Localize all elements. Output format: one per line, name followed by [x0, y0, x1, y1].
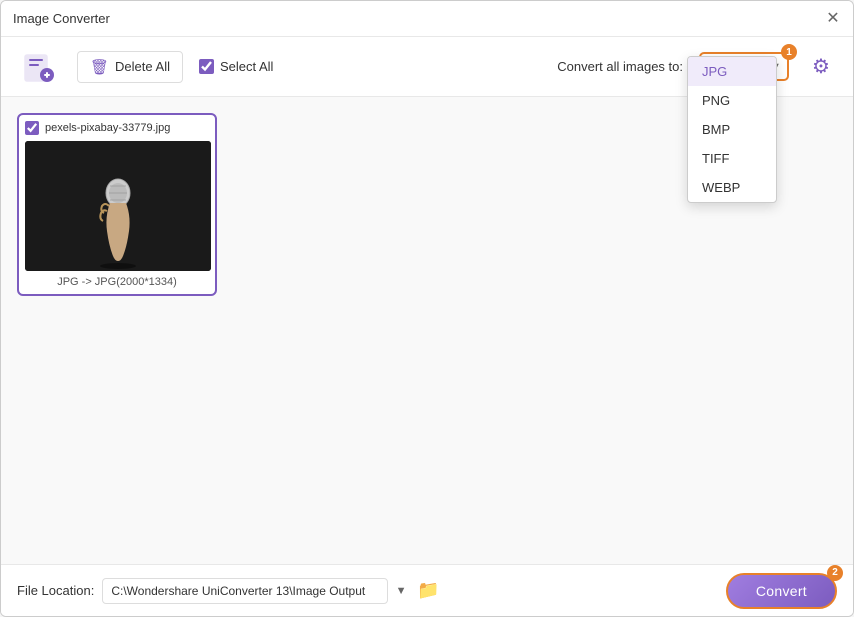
file-location-label: File Location:	[17, 583, 94, 598]
delete-all-button[interactable]: 🗑 Delete All	[77, 51, 183, 83]
select-all-text: Select All	[220, 59, 273, 74]
folder-icon: 📁	[417, 580, 439, 601]
select-all-checkbox[interactable]	[199, 59, 214, 74]
footer: File Location: ▼ 📁 Convert 2	[1, 564, 853, 616]
format-option-webp[interactable]: WEBP	[688, 173, 776, 202]
window-title: Image Converter	[13, 11, 110, 26]
browse-folder-button[interactable]: 📁	[415, 577, 443, 605]
image-preview	[25, 141, 211, 271]
file-location-input[interactable]	[102, 578, 387, 604]
format-option-png[interactable]: PNG	[688, 86, 776, 115]
convert-btn-wrapper: Convert 2	[726, 573, 837, 609]
image-card-header: pexels-pixabay-33779.jpg	[25, 121, 209, 135]
image-filename: pexels-pixabay-33779.jpg	[45, 122, 170, 134]
delete-all-label: Delete All	[115, 59, 170, 74]
format-option-tiff[interactable]: TIFF	[688, 144, 776, 173]
settings-icon: ⚙	[812, 54, 830, 79]
add-image-button[interactable]	[17, 45, 61, 89]
image-info: JPG -> JPG(2000*1334)	[25, 276, 209, 288]
convert-badge: 2	[827, 565, 843, 581]
convert-button[interactable]: Convert	[726, 573, 837, 609]
format-dropdown-overlay: JPG PNG BMP TIFF WEBP	[687, 56, 777, 203]
format-badge: 1	[781, 44, 797, 60]
settings-button[interactable]: ⚙	[805, 51, 837, 83]
select-all-label[interactable]: Select All	[199, 59, 273, 74]
image-checkbox[interactable]	[25, 121, 39, 135]
close-button[interactable]: ✕	[825, 11, 841, 27]
file-dropdown-arrow-icon[interactable]: ▼	[396, 585, 407, 597]
trash-icon: 🗑	[90, 58, 109, 76]
image-card: pexels-pixabay-33779.jpg	[17, 113, 217, 296]
convert-all-label: Convert all images to:	[557, 59, 683, 74]
title-bar: Image Converter ✕	[1, 1, 853, 37]
format-option-bmp[interactable]: BMP	[688, 115, 776, 144]
main-window: Image Converter ✕ 🗑 Delete All Select Al…	[0, 0, 854, 617]
format-option-jpg[interactable]: JPG	[688, 57, 776, 86]
